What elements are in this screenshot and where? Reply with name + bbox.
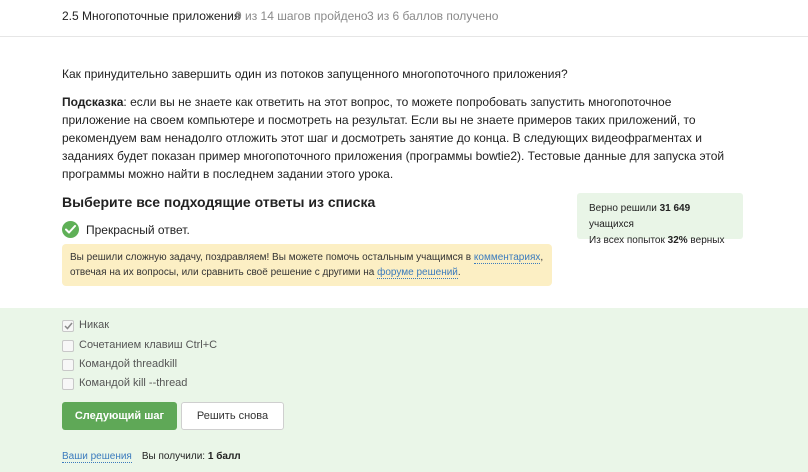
lesson-header: 2.5 Многопоточные приложения 9 из 14 шаг… <box>0 0 808 37</box>
stats-attempts-prefix: Из всех попыток <box>589 235 668 246</box>
answers-area <box>0 308 808 472</box>
check-circle-icon <box>62 221 79 238</box>
retry-button[interactable]: Решить снова <box>181 402 284 430</box>
choose-title: Выберите все подходящие ответы из списка <box>62 194 376 210</box>
stats-solved-suffix: учащихся <box>589 219 634 230</box>
hint-label: Подсказка <box>62 95 124 109</box>
received-value: 1 балл <box>207 451 241 462</box>
stats-solved-prefix: Верно решили <box>589 203 660 214</box>
comments-link[interactable]: комментариях <box>473 252 541 264</box>
congrats-text-3: . <box>457 267 461 278</box>
steps-progress: 9 из 14 шагов пройдено <box>235 9 368 23</box>
option-label: Никак <box>79 319 110 331</box>
congrats-text-1: Вы решили сложную задачу, поздравляем! В… <box>70 252 474 263</box>
result-text: Прекрасный ответ. <box>86 223 190 237</box>
hint-paragraph: Подсказка: если вы не знаете как ответит… <box>62 93 742 183</box>
checkbox[interactable] <box>62 359 74 371</box>
stats-attempts-percent: 32% <box>667 235 688 246</box>
hint-text: : если вы не знаете как ответить на этот… <box>62 95 725 181</box>
option-label: Командой threadkill <box>79 358 178 370</box>
option-label: Командой kill --thread <box>79 377 188 389</box>
stats-box: Верно решили 31 649 учащихся Из всех поп… <box>577 193 743 246</box>
score-progress: 3 из 6 баллов получено <box>367 9 499 23</box>
checkbox[interactable] <box>62 378 74 390</box>
congrats-box: Вы решили сложную задачу, поздравляем! В… <box>62 244 552 286</box>
checkbox[interactable] <box>62 340 74 352</box>
footer: Ваши решения Вы получили: 1 балл <box>62 451 241 463</box>
next-step-button[interactable]: Следующий шаг <box>62 402 177 430</box>
stats-attempts-suffix: верных <box>687 235 725 246</box>
stats-attempts: Из всех попыток 32% верных <box>589 233 731 249</box>
stats-solved-count: 31 649 <box>659 203 691 214</box>
your-solutions-link[interactable]: Ваши решения <box>62 451 132 463</box>
option-label: Сочетанием клавиш Ctrl+C <box>79 339 218 351</box>
stats-solved: Верно решили 31 649 учащихся <box>589 201 731 233</box>
solutions-forum-link[interactable]: форуме решений <box>377 267 458 279</box>
lesson-title[interactable]: 2.5 Многопоточные приложения <box>62 9 240 23</box>
question-text: Как принудительно завершить один из пото… <box>62 67 568 81</box>
received-prefix: Вы получили: <box>141 451 208 462</box>
checkbox-checked[interactable] <box>62 320 74 332</box>
